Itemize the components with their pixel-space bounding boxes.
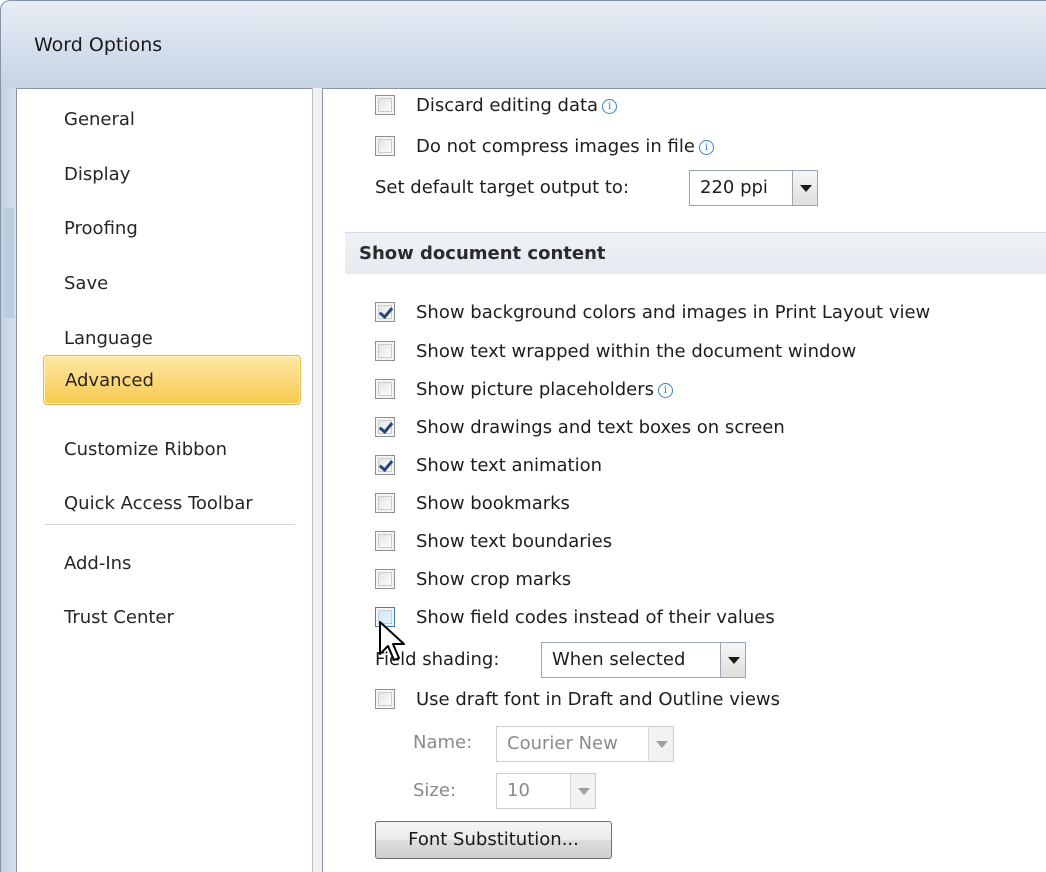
target-output-value: 220 ppi xyxy=(700,177,768,198)
font-size-dropdown[interactable]: 10 xyxy=(496,773,596,809)
target-output-label: Set default target output to: xyxy=(375,177,630,198)
info-icon: i xyxy=(698,139,714,155)
chevron-down-icon xyxy=(648,727,673,761)
show-text-animation-label: Show text animation xyxy=(416,454,603,476)
draft-font-label: Use draft font in Draft and Outline view… xyxy=(416,688,781,710)
option-row[interactable]: Show crop marks xyxy=(375,566,571,592)
nav-item-advanced[interactable]: Advanced xyxy=(43,355,301,405)
font-substitution-button[interactable]: Font Substitution... xyxy=(375,821,612,859)
field-shading-value: When selected xyxy=(552,649,686,670)
show-field-codes-label: Show field codes instead of their values xyxy=(416,606,775,628)
show-crop-marks-label: Show crop marks xyxy=(416,568,572,590)
chevron-down-icon[interactable] xyxy=(720,643,745,677)
no-compress-label: Do not compress images in file xyxy=(416,135,695,157)
no-compress-checkbox[interactable] xyxy=(375,136,395,156)
discard-editing-checkbox[interactable] xyxy=(375,95,395,115)
show-text-animation-checkbox[interactable] xyxy=(375,455,395,475)
no-compress-option[interactable]: Do not compress images in file i xyxy=(375,133,714,159)
option-row[interactable]: Show drawings and text boxes on screen xyxy=(375,414,785,440)
font-name-dropdown[interactable]: Courier New xyxy=(496,726,674,762)
option-row[interactable]: Show bookmarks xyxy=(375,490,570,516)
pane-splitter xyxy=(312,88,322,872)
show-bookmarks-checkbox[interactable] xyxy=(375,493,395,513)
font-name-value: Courier New xyxy=(507,733,618,754)
option-row[interactable]: Show field codes instead of their values xyxy=(375,604,775,630)
show-picture-placeholders-checkbox[interactable] xyxy=(375,379,395,399)
window-title: Word Options xyxy=(34,34,163,56)
discard-editing-option[interactable]: Discard editing data i xyxy=(375,92,618,118)
nav-item-language[interactable]: Language xyxy=(64,328,153,349)
draft-font-option[interactable]: Use draft font in Draft and Outline view… xyxy=(375,686,780,712)
section-header-show-document-content: Show document content xyxy=(345,232,1046,274)
show-drawings-label: Show drawings and text boxes on screen xyxy=(416,416,785,438)
options-nav: General Display Proofing Save Language A… xyxy=(16,88,312,872)
show-text-boundaries-checkbox[interactable] xyxy=(375,531,395,551)
nav-item-save[interactable]: Save xyxy=(64,273,108,294)
nav-item-trust-center[interactable]: Trust Center xyxy=(64,607,174,628)
target-output-dropdown[interactable]: 220 ppi xyxy=(689,170,818,206)
info-icon: i xyxy=(658,382,674,398)
show-text-wrapped-label: Show text wrapped within the document wi… xyxy=(416,340,857,362)
font-name-label: Name: xyxy=(413,732,473,753)
show-background-label: Show background colors and images in Pri… xyxy=(416,301,931,323)
field-shading-dropdown[interactable]: When selected xyxy=(541,642,746,678)
chevron-down-icon xyxy=(570,774,595,808)
option-row[interactable]: Show text animation xyxy=(375,452,602,478)
option-row[interactable]: Show background colors and images in Pri… xyxy=(375,299,930,325)
show-crop-marks-checkbox[interactable] xyxy=(375,569,395,589)
show-text-boundaries-label: Show text boundaries xyxy=(416,530,613,552)
font-size-value: 10 xyxy=(507,780,530,801)
window-frame xyxy=(0,88,16,872)
show-text-wrapped-checkbox[interactable] xyxy=(375,341,395,361)
nav-item-general[interactable]: General xyxy=(64,109,135,130)
nav-item-add-ins[interactable]: Add-Ins xyxy=(64,553,131,574)
title-bar[interactable]: Word Options xyxy=(0,0,1046,88)
draft-font-checkbox[interactable] xyxy=(375,689,395,709)
show-drawings-checkbox[interactable] xyxy=(375,417,395,437)
nav-item-proofing[interactable]: Proofing xyxy=(64,218,138,239)
show-picture-placeholders-label: Show picture placeholders xyxy=(416,378,655,400)
mouse-pointer-icon xyxy=(379,621,405,661)
option-row[interactable]: Show text wrapped within the document wi… xyxy=(375,338,856,364)
nav-divider xyxy=(45,524,295,525)
option-row[interactable]: Show picture placeholders i xyxy=(375,376,674,402)
advanced-options-panel: Discard editing data i Do not compress im… xyxy=(322,88,1046,872)
word-options-dialog: Word Options General Display Proofing Sa… xyxy=(0,0,1046,872)
font-size-label: Size: xyxy=(413,780,457,801)
nav-item-customize-ribbon[interactable]: Customize Ribbon xyxy=(64,439,227,460)
nav-item-display[interactable]: Display xyxy=(64,164,130,185)
nav-item-quick-access-toolbar[interactable]: Quick Access Toolbar xyxy=(64,493,253,514)
chevron-down-icon[interactable] xyxy=(792,171,817,205)
discard-editing-label: Discard editing data xyxy=(416,94,599,116)
show-background-checkbox[interactable] xyxy=(375,302,395,322)
info-icon: i xyxy=(602,98,618,114)
show-bookmarks-label: Show bookmarks xyxy=(416,492,570,514)
option-row[interactable]: Show text boundaries xyxy=(375,528,612,554)
